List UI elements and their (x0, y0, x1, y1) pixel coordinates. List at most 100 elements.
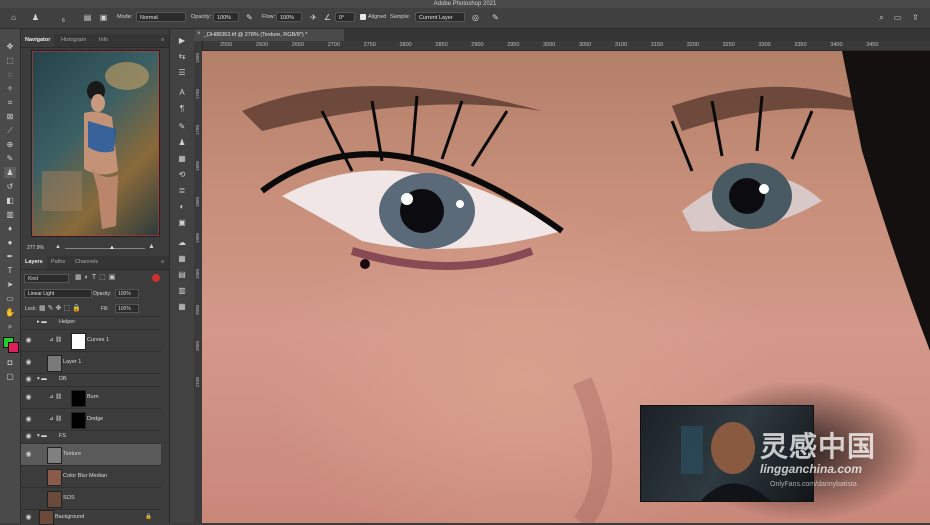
layer-row-curves[interactable]: ◉ ⊿ ⛓ Curves 1 (21, 329, 161, 351)
screen-mode-icon[interactable]: ▢ (4, 371, 16, 382)
share-icon[interactable]: ⇪ (910, 12, 921, 23)
paragraph-icon[interactable]: ¶ (176, 103, 188, 115)
angle-input[interactable]: 0° (335, 12, 355, 22)
eyedropper-icon[interactable]: ⟋ (4, 125, 16, 136)
layer-row-color-blur-median[interactable]: Color Blur Median (21, 465, 161, 487)
layer-row-helper[interactable]: ▸ ▬ Helper (21, 316, 161, 329)
filter-toggle-icon[interactable] (152, 274, 160, 282)
clone-source-icon[interactable]: ▣ (98, 12, 109, 23)
panel-menu-icon[interactable]: ≡ (157, 34, 168, 47)
timeline-icon[interactable]: ▦ (176, 301, 188, 313)
quick-select-icon[interactable]: ✧ (4, 83, 16, 94)
type-tool-icon[interactable]: T (4, 265, 16, 276)
layer-row-burn[interactable]: ◉ ⊿ ⛓ Burn (21, 386, 161, 408)
eraser-icon[interactable]: ◧ (4, 195, 16, 206)
ignore-adjustment-icon[interactable]: ◎ (470, 12, 481, 23)
filter-icons[interactable]: ▦◐T⬚▣ (75, 273, 118, 281)
tab-paths[interactable]: Paths (47, 256, 69, 269)
layer-comps-icon[interactable]: ▤ (176, 269, 188, 281)
opacity-input[interactable]: 100% (213, 12, 239, 22)
blur-tool-icon[interactable]: ♦ (4, 223, 16, 234)
visibility-eye-icon[interactable]: ◉ (24, 336, 33, 345)
pressure-opacity-icon[interactable]: ✎ (244, 12, 255, 23)
swatches-icon[interactable]: ▦ (176, 153, 188, 165)
clone-stamp-icon[interactable]: ♟ (30, 12, 41, 23)
actions-icon[interactable]: ▣ (176, 217, 188, 229)
hand-tool-icon[interactable]: ✋ (4, 307, 16, 318)
healing-brush-icon[interactable]: ⊕ (4, 139, 16, 150)
aligned-checkbox[interactable] (360, 14, 366, 20)
history-icon[interactable]: ⟲ (176, 169, 188, 181)
background-color-swatch[interactable] (8, 342, 19, 353)
visibility-eye-icon[interactable]: ◉ (24, 513, 33, 522)
history-brush-icon[interactable]: ↺ (4, 181, 16, 192)
layer-row-background[interactable]: ◉ Background 🔒 (21, 509, 161, 525)
visibility-eye-icon[interactable]: ◉ (24, 393, 33, 402)
color-icon[interactable]: ◐ (176, 201, 188, 213)
layers-panel-menu-icon[interactable]: ≡ (157, 256, 168, 269)
navigator-thumbnail[interactable] (31, 50, 160, 237)
play-icon[interactable]: ▶ (176, 35, 188, 47)
airbrush-icon[interactable]: ✈ (308, 12, 319, 23)
visibility-eye-icon[interactable]: ◉ (24, 432, 33, 441)
lasso-tool-icon[interactable]: ◌ (4, 69, 16, 80)
tab-info[interactable]: Info (95, 34, 112, 47)
zoom-out-icon[interactable]: ▲ (55, 244, 61, 250)
adjust-icon[interactable]: ⇆ (176, 51, 188, 63)
tab-navigator[interactable]: Navigator (21, 34, 55, 47)
gradient-icon[interactable]: ▥ (4, 209, 16, 220)
visibility-eye-icon[interactable]: ◉ (24, 358, 33, 367)
path-select-icon[interactable]: ➤ (4, 279, 16, 290)
navigator-zoom[interactable]: 277.9% (27, 245, 44, 251)
clone-stamp-tool-icon[interactable]: ♟ (4, 167, 16, 178)
fill-input[interactable]: 100% (115, 304, 139, 313)
visibility-eye-icon[interactable]: ◉ (24, 415, 33, 424)
zoom-in-icon[interactable]: ▲ (148, 243, 155, 250)
tab-channels[interactable]: Channels (71, 256, 102, 269)
tab-histogram[interactable]: Histogram (57, 34, 90, 47)
layer-row-db[interactable]: ◉ ▾ ▬ DB (21, 373, 161, 386)
brush-settings-icon[interactable]: ▤ (82, 12, 93, 23)
levels-icon[interactable]: ≣ (176, 185, 188, 197)
zoom-slider-track[interactable] (65, 248, 145, 249)
libraries-icon[interactable]: ☁ (176, 237, 188, 249)
blend-mode-select[interactable]: Linear Light (24, 289, 92, 298)
home-icon[interactable]: ⌂ (8, 12, 19, 23)
zoom-tool-icon[interactable]: ⌕ (4, 321, 16, 332)
properties-icon[interactable]: ☰ (176, 67, 188, 79)
layer-row-sos[interactable]: SOS (21, 487, 161, 509)
grid-icon[interactable]: ▦ (176, 253, 188, 265)
frame-tool-icon[interactable]: ⊠ (4, 111, 16, 122)
document-tab[interactable]: _DH88363.tif @ 278% (Texture, RGB/8*) * (194, 29, 344, 41)
close-tab-icon[interactable]: × (197, 31, 201, 37)
clone-source-panel-icon[interactable]: ♟ (176, 137, 188, 149)
mode-select[interactable]: Normal (136, 12, 186, 22)
quick-mask-icon[interactable]: ◘ (4, 357, 16, 368)
brush-size[interactable]: 6 (62, 18, 65, 24)
brush-preset-icon[interactable]: ✎ (176, 121, 188, 133)
workspace-icon[interactable]: ▭ (892, 12, 903, 23)
pressure-size-icon[interactable]: ✎ (490, 12, 501, 23)
layer-row-texture[interactable]: ◉ Texture (21, 443, 161, 465)
rectangle-tool-icon[interactable]: ▭ (4, 293, 16, 304)
lock-icons[interactable]: ▦✎✥⬚🔒 (39, 304, 83, 312)
pen-tool-icon[interactable]: ✒ (4, 251, 16, 262)
tab-layers[interactable]: Layers (21, 256, 47, 269)
crop-tool-icon[interactable]: ⌗ (4, 97, 16, 108)
marquee-tool-icon[interactable]: ⬚ (4, 55, 16, 66)
layer-opacity-input[interactable]: 100% (115, 289, 139, 298)
layer-row-dodge[interactable]: ◉ ⊿ ⛓ Dodge (21, 408, 161, 430)
move-tool-icon[interactable]: ✥ (4, 41, 16, 52)
zoom-slider-handle[interactable]: ▲ (109, 245, 115, 251)
character-icon[interactable]: A (176, 87, 188, 99)
layer-row-fs[interactable]: ◉ ▾ ▬ FS (21, 430, 161, 443)
search-icon[interactable]: ⌕ (876, 12, 887, 23)
layer-filter-select[interactable]: Kind (24, 274, 69, 283)
dodge-tool-icon[interactable]: ● (4, 237, 16, 248)
brush-tool-icon[interactable]: ✎ (4, 153, 16, 164)
layer-row-layer1[interactable]: ◉ Layer 1 (21, 351, 161, 373)
channels-panel-icon[interactable]: ▥ (176, 285, 188, 297)
flow-input[interactable]: 100% (276, 12, 302, 22)
visibility-eye-icon[interactable]: ◉ (24, 375, 33, 384)
sample-select[interactable]: Current Layer (415, 12, 465, 22)
